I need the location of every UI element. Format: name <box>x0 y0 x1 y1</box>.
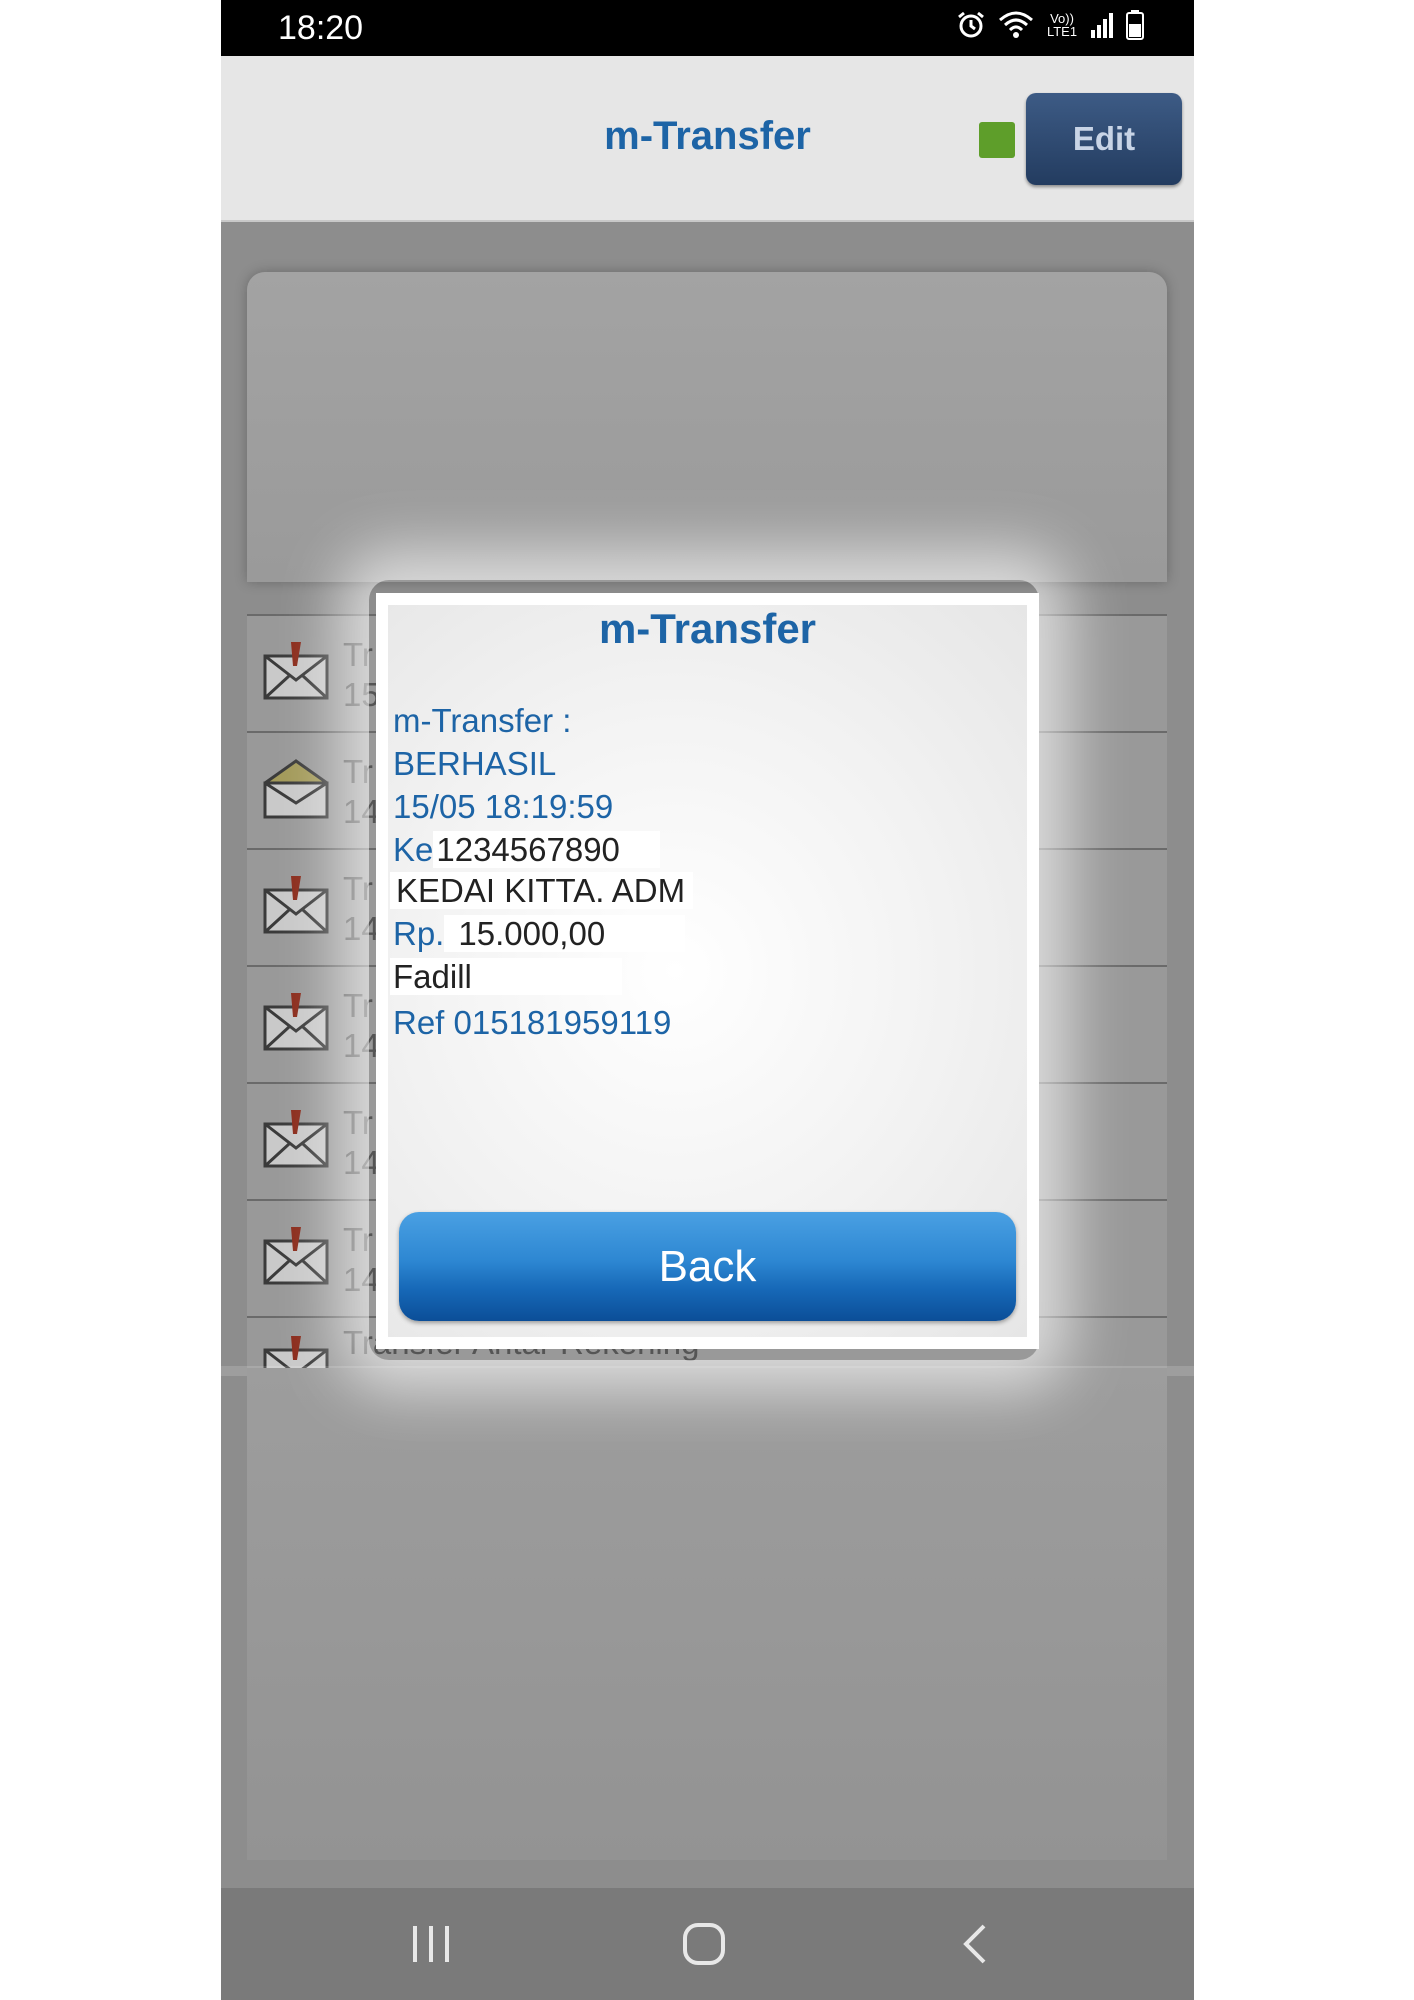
transfer-note: Fadill <box>390 958 622 995</box>
unread-envelope-icon <box>263 640 329 707</box>
status-bar: 18:20 Vo)) LTE1 <box>221 0 1194 56</box>
home-icon[interactable] <box>664 1918 744 1970</box>
transfer-result-dialog: m-Transfer m-Transfer : BERHASIL 15/05 1… <box>376 593 1039 1349</box>
unread-envelope-icon <box>263 1225 329 1292</box>
phone-screen: 18:20 Vo)) LTE1 m-Transfer Edit Tr 15 Tr… <box>221 0 1194 2000</box>
destination-account: 1234567890 <box>433 831 660 868</box>
transfer-datetime: 15/05 18:19:59 <box>393 788 614 825</box>
read-envelope-icon <box>263 757 329 824</box>
transfer-status: BERHASIL <box>393 745 557 782</box>
dialog-label: m-Transfer : <box>393 702 572 739</box>
app-header: m-Transfer Edit <box>221 56 1194 222</box>
dialog-title: m-Transfer <box>598 605 817 652</box>
back-nav-icon[interactable] <box>935 1918 1015 1970</box>
destination-row: Ke1234567890 <box>393 830 660 870</box>
amount-row: Rp. 15.000,00 <box>393 914 686 954</box>
status-time: 18:20 <box>278 9 364 47</box>
inbox-panel-bottom <box>247 1368 1167 1860</box>
volte-label: Vo)) LTE1 <box>1046 11 1078 39</box>
recipient-row: KEDAI KITTA. ADM <box>390 871 694 911</box>
edit-button[interactable]: Edit <box>1026 93 1182 185</box>
destination-label: Ke <box>393 831 434 868</box>
alarm-icon <box>956 10 986 40</box>
note-row: Fadill <box>390 957 622 997</box>
battery-icon <box>1126 10 1144 40</box>
unread-envelope-icon <box>263 991 329 1058</box>
unread-envelope-icon <box>263 874 329 941</box>
inbox-panel-top <box>247 272 1167 582</box>
amount-label: Rp. <box>393 915 445 952</box>
recipient-name: KEDAI KITTA. ADM <box>390 872 694 909</box>
navigation-bar <box>221 1888 1194 2000</box>
reference-number: Ref 015181959119 <box>393 1004 672 1041</box>
status-indicator <box>979 122 1015 158</box>
unread-envelope-icon <box>263 1108 329 1175</box>
amount-value: 15.000,00 <box>444 915 686 952</box>
signal-icon <box>1090 12 1114 38</box>
wifi-icon <box>998 10 1034 40</box>
recent-apps-icon[interactable] <box>391 1918 471 1970</box>
status-icons: Vo)) LTE1 <box>956 10 1144 40</box>
back-button[interactable]: Back <box>399 1212 1016 1321</box>
